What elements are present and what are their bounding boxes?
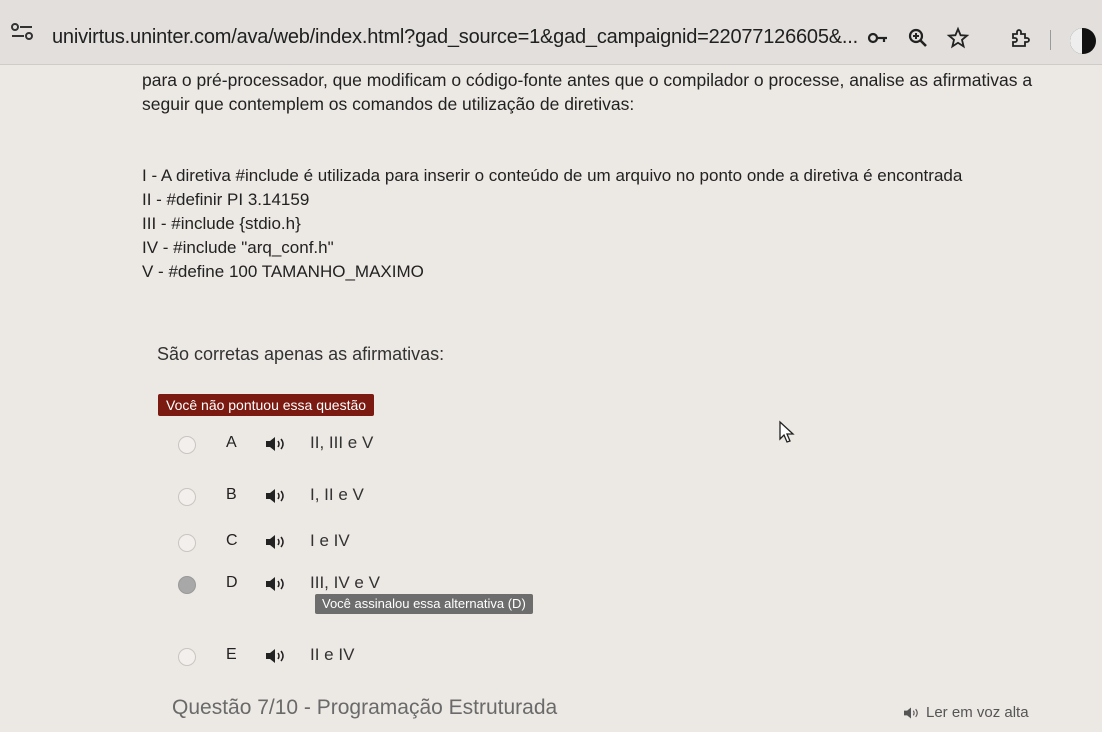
next-question-title: Questão 7/10 - Programação Estruturada [172, 696, 558, 719]
selected-answer-badge: Você assinalou essa alternativa (D) [315, 594, 533, 614]
statement-5: V - #define 100 TAMANHO_MAXIMO [142, 262, 424, 281]
address-bar[interactable]: univirtus.uninter.com/ava/web/index.html… [52, 26, 858, 49]
option-c-radio[interactable] [178, 534, 196, 552]
option-text: I e IV [310, 531, 350, 550]
option-text: III, IV e V [310, 573, 380, 592]
speaker-icon[interactable] [264, 435, 286, 453]
mouse-cursor-icon [779, 420, 795, 443]
toolbar-divider [1050, 30, 1051, 50]
speaker-icon[interactable] [264, 487, 286, 505]
option-c[interactable]: C I e IV [178, 530, 578, 556]
option-letter: B [226, 486, 237, 503]
extensions-icon[interactable] [1008, 26, 1032, 50]
option-letter: A [226, 434, 237, 451]
option-a[interactable]: A II, III e V [178, 432, 578, 458]
browser-toolbar: univirtus.uninter.com/ava/web/index.html… [0, 0, 1102, 65]
question-content: para o pré-processador, que modificam o … [0, 64, 1102, 732]
speaker-icon[interactable] [264, 647, 286, 665]
option-text: I, II e V [310, 485, 364, 504]
question-intro: para o pré-processador, que modificam o … [142, 70, 1033, 114]
option-e[interactable]: E II e IV [178, 644, 578, 670]
option-b-radio[interactable] [178, 488, 196, 506]
statement-1: I - A diretiva #include é utilizada para… [142, 166, 963, 185]
question-prompt: São corretas apenas as afirmativas: [157, 344, 445, 364]
option-text: II e IV [310, 645, 355, 664]
option-letter: E [226, 646, 237, 663]
option-e-radio[interactable] [178, 648, 196, 666]
option-letter: D [226, 574, 238, 591]
option-letter: C [226, 532, 238, 549]
speaker-icon[interactable] [264, 533, 286, 551]
option-text: II, III e V [310, 433, 374, 452]
speaker-icon[interactable] [264, 575, 286, 593]
zoom-icon[interactable] [906, 26, 930, 50]
statement-2: II - #definir PI 3.14159 [142, 190, 310, 209]
score-badge: Você não pontuou essa questão [158, 394, 375, 416]
profile-avatar[interactable] [1070, 28, 1096, 54]
option-b[interactable]: B I, II e V [178, 484, 578, 510]
statement-4: IV - #include "arq_conf.h" [142, 238, 334, 257]
speaker-icon [904, 707, 918, 719]
password-key-icon[interactable] [866, 26, 890, 50]
site-info-icon[interactable] [10, 22, 34, 42]
option-a-radio[interactable] [178, 436, 196, 454]
option-d-radio[interactable] [178, 576, 196, 594]
read-aloud-label: Ler em voz alta [926, 704, 1029, 721]
star-icon[interactable] [946, 26, 970, 50]
statement-3: III - #include {stdio.h} [142, 214, 301, 233]
read-aloud-button[interactable]: Ler em voz alta [902, 704, 1029, 721]
